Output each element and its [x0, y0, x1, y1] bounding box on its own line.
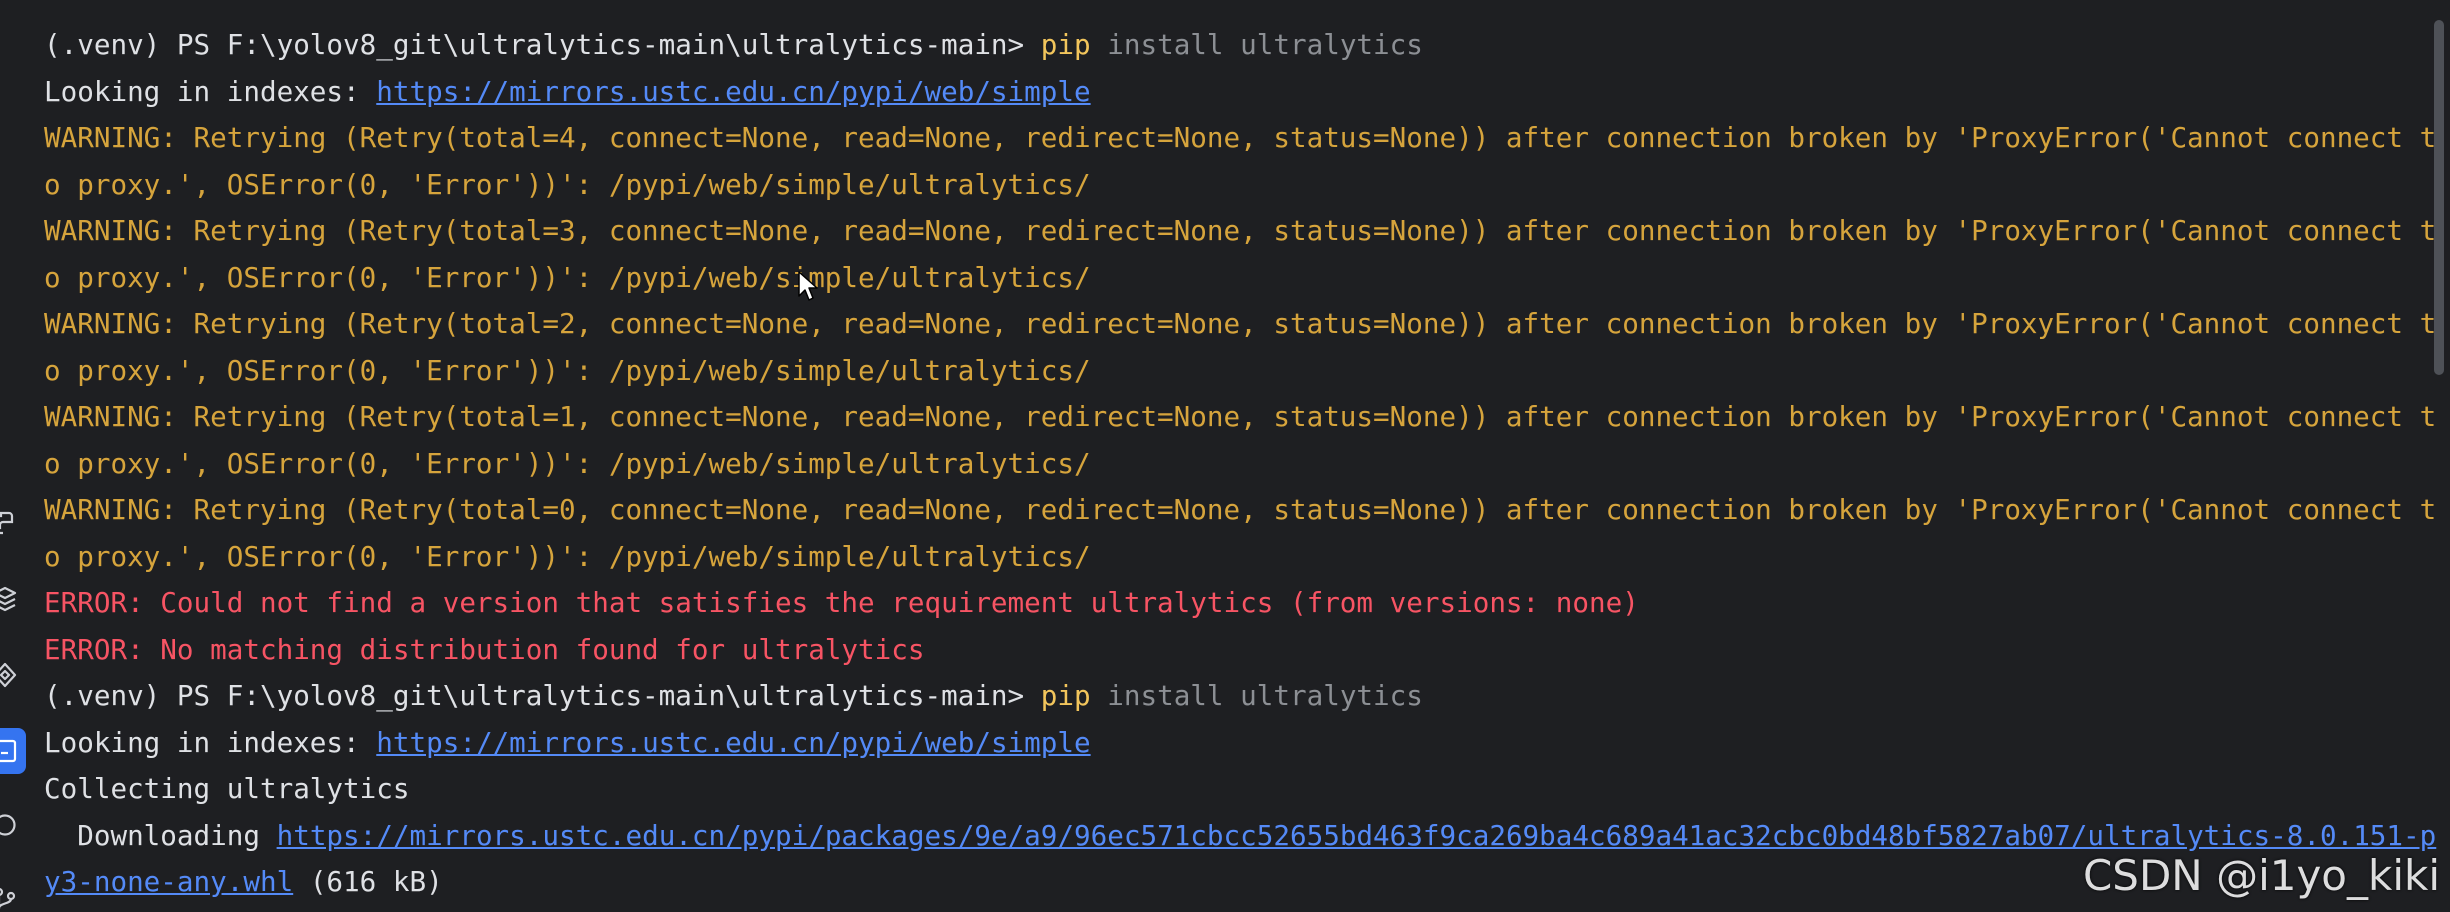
terminal-line: WARNING: Retrying (Retry(total=4, connec… — [44, 115, 2436, 162]
warning-text: WARNING: Retrying (Retry(total=3, connec… — [44, 214, 2437, 247]
terminal-line: ERROR: Could not find a version that sat… — [44, 580, 2418, 627]
download-label: Downloading — [44, 818, 277, 852]
scrollbar-thumb[interactable] — [2434, 20, 2444, 375]
shell-prompt: (.venv) PS F:\yolov8_git\ultralytics-mai… — [44, 679, 1041, 712]
terminal-line: Looking in indexes: https://mirrors.ustc… — [44, 69, 2418, 116]
terminal-line: (.venv) PS F:\yolov8_git\ultralytics-mai… — [44, 22, 2418, 69]
download-size: (616 kB) — [293, 865, 443, 898]
layers-icon[interactable] — [0, 584, 20, 614]
terminal-line: o proxy.', OSError(0, 'Error'))': /pypi/… — [44, 441, 2418, 488]
index-label: Looking in indexes: — [44, 725, 377, 759]
package-url-link[interactable]: y3-none-any.whl — [44, 865, 293, 898]
warning-text: o proxy.', OSError(0, 'Error'))': /pypi/… — [44, 539, 1091, 573]
terminal-line: Looking in indexes: https://mirrors.ustc… — [44, 720, 2418, 767]
terminal-line: y3-none-any.whl (616 kB) — [44, 859, 2418, 906]
warning-text: WARNING: Retrying (Retry(total=2, connec… — [44, 307, 2437, 340]
warning-text: o proxy.', OSError(0, 'Error'))': /pypi/… — [44, 260, 1091, 294]
problems-icon[interactable] — [0, 810, 20, 840]
terminal-line: Collecting ultralytics — [44, 766, 2418, 813]
index-url-link[interactable]: https://mirrors.ustc.edu.cn/pypi/web/sim… — [376, 75, 1090, 108]
git-icon[interactable] — [0, 884, 20, 912]
command-args: install ultralytics — [1090, 679, 1423, 712]
package-url-link[interactable]: https://mirrors.ustc.edu.cn/pypi/package… — [277, 819, 2437, 852]
error-text: ERROR: Could not find a version that sat… — [44, 586, 1639, 619]
mouse-pointer-icon — [798, 271, 818, 301]
command-args: install ultralytics — [1090, 28, 1423, 61]
command-name: pip — [1040, 28, 1091, 61]
warning-text: WARNING: Retrying (Retry(total=1, connec… — [44, 400, 2437, 433]
command-name: pip — [1040, 679, 1091, 712]
warning-text: o proxy.', OSError(0, 'Error'))': /pypi/… — [44, 446, 1091, 480]
terminal-line: o proxy.', OSError(0, 'Error'))': /pypi/… — [44, 348, 2418, 395]
warning-text: WARNING: Retrying (Retry(total=4, connec… — [44, 121, 2437, 154]
index-url-link[interactable]: https://mirrors.ustc.edu.cn/pypi/web/sim… — [376, 726, 1090, 759]
output-text: Collecting ultralytics — [44, 772, 410, 805]
error-text: ERROR: No matching distribution found fo… — [44, 632, 925, 666]
terminal-line: WARNING: Retrying (Retry(total=1, connec… — [44, 394, 2436, 441]
shell-prompt: (.venv) PS F:\yolov8_git\ultralytics-mai… — [44, 28, 1041, 61]
index-label: Looking in indexes: — [44, 74, 377, 108]
tool-window-sidebar — [0, 0, 36, 912]
terminal-line: Downloading https://mirrors.ustc.edu.cn/… — [44, 813, 2436, 860]
terminal-line: ERROR: No matching distribution found fo… — [44, 627, 2418, 674]
watermark: CSDN @i1yo_kiki — [2082, 851, 2440, 900]
services-icon[interactable] — [0, 660, 20, 690]
terminal-line: WARNING: Retrying (Retry(total=2, connec… — [44, 301, 2436, 348]
terminal-line: WARNING: Retrying (Retry(total=0, connec… — [44, 487, 2436, 534]
terminal-line: o proxy.', OSError(0, 'Error'))': /pypi/… — [44, 534, 2418, 581]
warning-text: o proxy.', OSError(0, 'Error'))': /pypi/… — [44, 353, 1091, 387]
terminal-line: o proxy.', OSError(0, 'Error'))': /pypi/… — [44, 255, 2418, 302]
ide-window: (.venv) PS F:\yolov8_git\ultralytics-mai… — [0, 0, 2450, 912]
terminal-icon[interactable] — [0, 728, 26, 774]
warning-text: WARNING: Retrying (Retry(total=0, connec… — [44, 493, 2437, 526]
terminal-scrollbar[interactable] — [2430, 0, 2444, 912]
terminal-line: o proxy.', OSError(0, 'Error'))': /pypi/… — [44, 162, 2418, 209]
warning-text: o proxy.', OSError(0, 'Error'))': /pypi/… — [44, 167, 1091, 201]
terminal-line: (.venv) PS F:\yolov8_git\ultralytics-mai… — [44, 673, 2418, 720]
python-packages-icon[interactable] — [0, 508, 20, 538]
terminal-output[interactable]: (.venv) PS F:\yolov8_git\ultralytics-mai… — [44, 22, 2436, 906]
terminal-line: WARNING: Retrying (Retry(total=3, connec… — [44, 208, 2436, 255]
